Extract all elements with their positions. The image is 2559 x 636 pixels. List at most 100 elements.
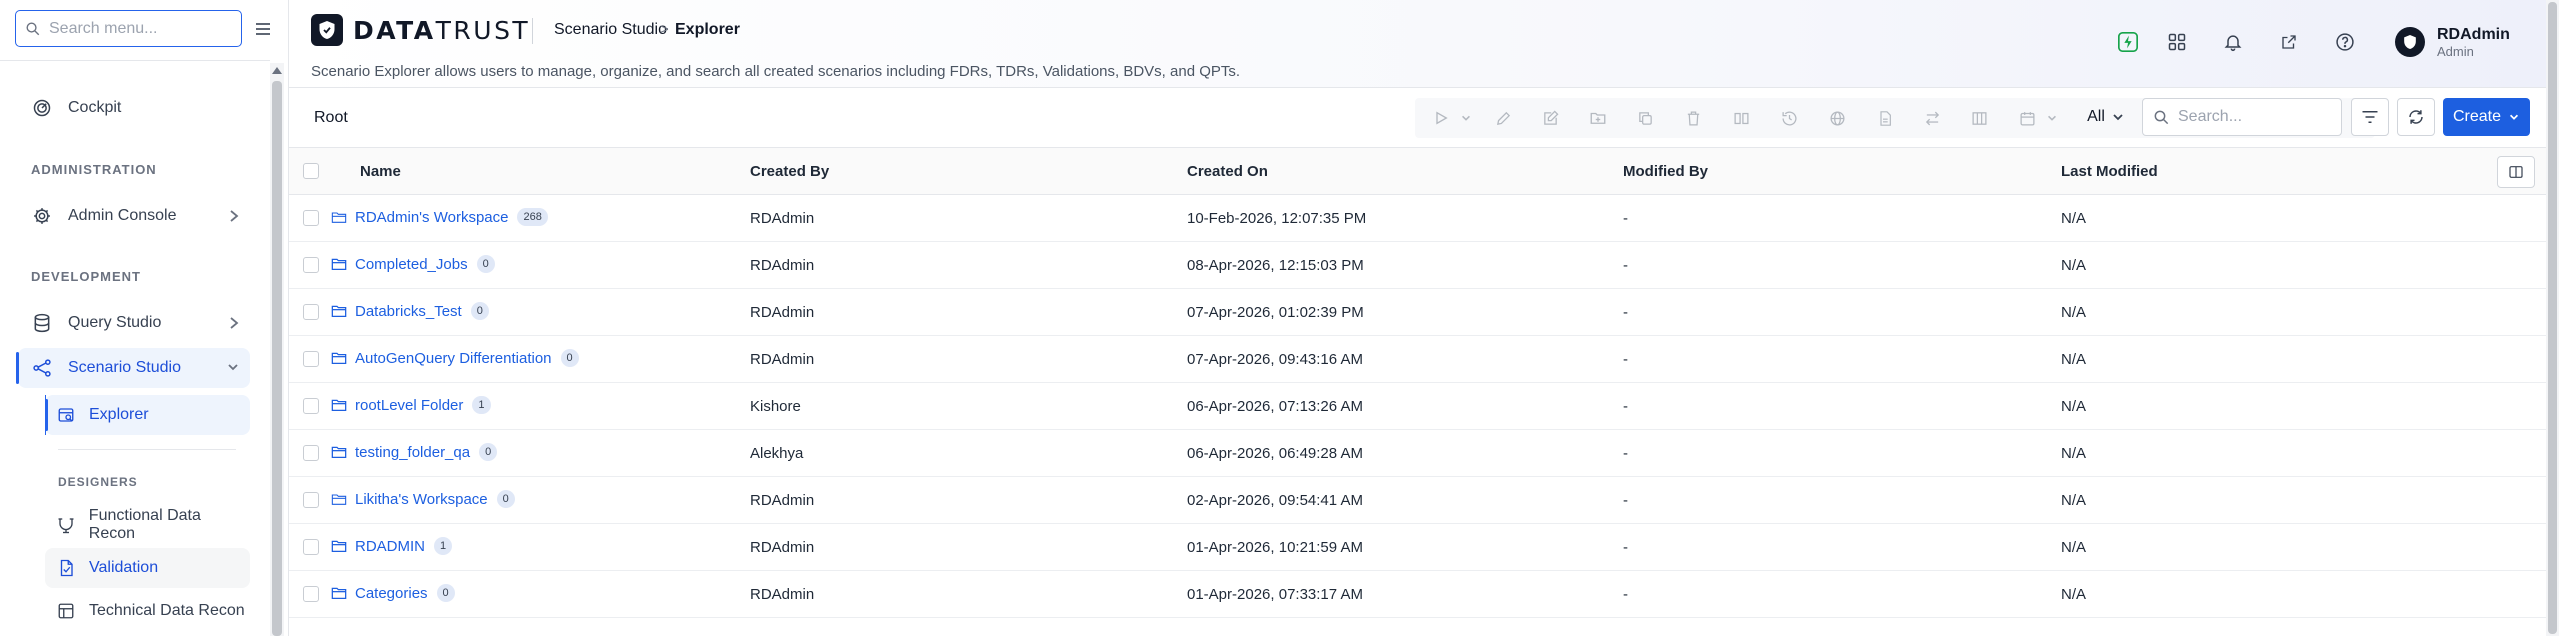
cell-name[interactable]: AutoGenQuery Differentiation 0 [331, 349, 579, 367]
cell-modified-by: - [1623, 304, 1628, 321]
menu-search-box[interactable] [15, 10, 242, 47]
user-name[interactable]: RDAdmin [2437, 26, 2510, 44]
table-row[interactable]: Likitha's Workspace 0 RDAdmin 02-Apr-2026, … [289, 477, 2546, 524]
history-button[interactable] [1771, 98, 1807, 138]
column-header-created-on[interactable]: Created On [1187, 163, 1268, 180]
cell-created-by: RDAdmin [750, 586, 815, 603]
column-header-created-by[interactable]: Created By [750, 163, 829, 180]
sidebar-subitem-validation[interactable]: Validation [45, 548, 250, 588]
main-scrollbar[interactable] [2546, 0, 2559, 636]
row-checkbox[interactable] [303, 304, 319, 320]
row-checkbox[interactable] [303, 398, 319, 414]
cell-name[interactable]: RDADMIN 1 [331, 537, 453, 555]
sidebar-subitem-explorer[interactable]: Explorer [45, 395, 250, 435]
table-row[interactable]: testing_folder_qa 0 Alekhya 06-Apr-2026, 06… [289, 430, 2546, 477]
folder-name-link[interactable]: RDADMIN [355, 538, 425, 555]
publish-button[interactable] [1819, 98, 1855, 138]
row-checkbox[interactable] [303, 539, 319, 555]
column-header-name[interactable]: Name [360, 163, 401, 180]
select-all-checkbox[interactable] [303, 163, 319, 179]
folder-name-link[interactable]: testing_folder_qa [355, 444, 470, 461]
table-row[interactable]: Completed_Jobs 0 RDAdmin 08-Apr-2026, 12:15… [289, 242, 2546, 289]
cell-name[interactable]: Categories 0 [331, 584, 455, 602]
app-logo[interactable]: DATATRUST [311, 14, 530, 46]
sidebar-subitem-functional-data-recon[interactable]: Functional Data Recon [45, 505, 250, 545]
table-row[interactable]: Databricks_Test 0 RDAdmin 07-Apr-2026, 01:0… [289, 289, 2546, 336]
cell-name[interactable]: Completed_Jobs 0 [331, 255, 495, 273]
sidebar-item-query-studio[interactable]: Query Studio [18, 303, 250, 343]
transfer-icon [1925, 111, 1939, 125]
apps-grid-button[interactable] [2164, 29, 2190, 55]
folder-name-link[interactable]: Categories [355, 585, 428, 602]
table-row[interactable]: rootLevel Folder 1 Kishore 06-Apr-2026, 07:… [289, 383, 2546, 430]
user-avatar[interactable] [2395, 27, 2425, 57]
move-button[interactable] [1914, 98, 1950, 138]
column-header-modified-by[interactable]: Modified By [1623, 163, 1708, 180]
scenario-search-box[interactable] [2142, 98, 2342, 136]
compare-button[interactable] [1723, 98, 1759, 138]
report-button[interactable] [1867, 98, 1903, 138]
row-checkbox[interactable] [303, 445, 319, 461]
type-filter-select[interactable]: All [2081, 98, 2131, 136]
table-row[interactable]: Categories 0 RDAdmin 01-Apr-2026, 07:33:17 … [289, 571, 2546, 618]
refresh-button[interactable] [2397, 98, 2435, 136]
open-external-button[interactable] [2276, 29, 2302, 55]
cell-name[interactable]: rootLevel Folder 1 [331, 396, 491, 414]
sidebar-subitem-technical-data-recon[interactable]: Technical Data Recon [45, 591, 250, 631]
row-checkbox[interactable] [303, 257, 319, 273]
folder-name-link[interactable]: AutoGenQuery Differentiation [355, 350, 552, 367]
folder-name-link[interactable]: Databricks_Test [355, 303, 462, 320]
sidebar-item-cockpit[interactable]: Cockpit [18, 88, 250, 128]
play-icon [1436, 111, 1448, 125]
cell-name[interactable]: testing_folder_qa 0 [331, 443, 498, 461]
bolt-button[interactable] [2115, 29, 2141, 55]
sidebar-collapse-button[interactable] [252, 18, 274, 40]
row-checkbox[interactable] [303, 210, 319, 226]
chevron-down-icon [2113, 114, 2123, 121]
schedule-button[interactable] [2009, 98, 2045, 138]
row-checkbox[interactable] [303, 492, 319, 508]
run-button[interactable] [1423, 98, 1459, 138]
folder-name-link[interactable]: Completed_Jobs [355, 256, 468, 273]
notifications-button[interactable] [2220, 29, 2246, 55]
delete-button[interactable] [1675, 98, 1711, 138]
sidebar-item-scenario-studio[interactable]: Scenario Studio [16, 348, 250, 388]
row-checkbox[interactable] [303, 586, 319, 602]
edit-button[interactable] [1532, 98, 1568, 138]
column-header-last-modified[interactable]: Last Modified [2061, 163, 2158, 180]
table-row[interactable]: RDADMIN 1 RDAdmin 01-Apr-2026, 10:21:59 AM -… [289, 524, 2546, 571]
run-options-dropdown[interactable] [1455, 98, 1477, 138]
cell-name[interactable]: Databricks_Test 0 [331, 302, 489, 320]
section-label-development: DEVELOPMENT [31, 269, 141, 284]
item-count-badge: 1 [434, 537, 453, 555]
breadcrumb-scenario-studio[interactable]: Scenario Studio [534, 21, 667, 39]
rename-button[interactable] [1485, 98, 1521, 138]
help-button[interactable] [2332, 29, 2358, 55]
filter-button[interactable] [2351, 98, 2389, 136]
explorer-icon [55, 404, 77, 426]
sidebar-scroll-thumb[interactable] [272, 81, 282, 636]
calendar-icon [2019, 111, 2035, 126]
scenario-search-input[interactable] [2178, 108, 2338, 126]
copy-button[interactable] [1627, 98, 1663, 138]
schedule-options-dropdown[interactable] [2041, 98, 2063, 138]
sidebar-item-admin-console[interactable]: Admin Console [18, 196, 250, 236]
menu-search-input[interactable] [49, 19, 229, 38]
folder-name-link[interactable]: rootLevel Folder [355, 397, 463, 414]
column-toggle-button[interactable] [2497, 156, 2535, 188]
sidebar-scrollbar[interactable] [270, 63, 284, 636]
folder-name-link[interactable]: Likitha's Workspace [355, 491, 488, 508]
new-folder-button[interactable] [1580, 98, 1616, 138]
table-row[interactable]: RDAdmin's Workspace 268 RDAdmin 10-Feb-2026… [289, 195, 2546, 242]
create-button[interactable]: Create [2443, 98, 2530, 136]
folder-name-link[interactable]: RDAdmin's Workspace [355, 209, 508, 226]
folder-icon [331, 587, 347, 599]
row-checkbox[interactable] [303, 351, 319, 367]
columns-button[interactable] [1961, 98, 1997, 138]
main-scroll-thumb[interactable] [2548, 2, 2557, 634]
cell-name[interactable]: Likitha's Workspace 0 [331, 490, 515, 508]
scroll-up-arrow[interactable] [272, 67, 282, 74]
search-icon [26, 22, 40, 36]
cell-name[interactable]: RDAdmin's Workspace 268 [331, 208, 548, 226]
table-row[interactable]: AutoGenQuery Differentiation 0 RDAdmin 07-A… [289, 336, 2546, 383]
